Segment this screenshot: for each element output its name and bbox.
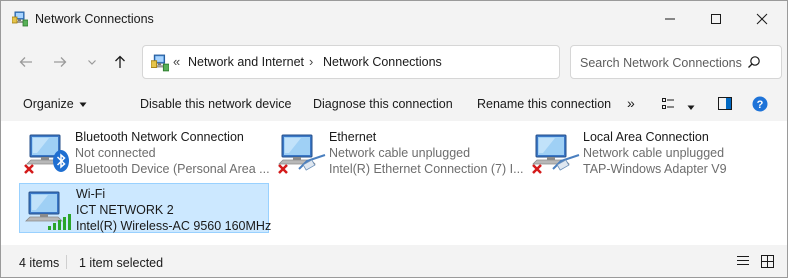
minimize-icon [665, 18, 675, 20]
network-connections-icon [151, 54, 169, 72]
connection-details: Bluetooth Network Connection Not connect… [75, 129, 270, 177]
network-connections-icon [12, 11, 28, 27]
view-options-icon [662, 98, 674, 109]
connection-device: TAP-Windows Adapter V9 [583, 162, 727, 176]
search-input[interactable]: Search Network Connections [580, 56, 742, 70]
connection-device: Bluetooth Device (Personal Area ... [75, 162, 270, 176]
ethernet-adapter-icon [278, 134, 326, 174]
connection-name: Ethernet [329, 130, 377, 144]
title-bar: Network Connections [1, 1, 787, 37]
ethernet-adapter-icon [532, 134, 580, 174]
connection-details: Ethernet Network cable unplugged Intel(R… [329, 129, 524, 177]
window-title: Network Connections [35, 12, 154, 26]
diagnose-connection-button[interactable]: Diagnose this connection [313, 97, 453, 111]
arrow-right-icon [54, 57, 67, 67]
status-divider [66, 255, 67, 269]
selection-count: 1 item selected [79, 256, 164, 270]
connection-device: Intel(R) Ethernet Connection (7) I... [329, 162, 524, 176]
arrow-up-icon [115, 55, 125, 68]
wifi-adapter-icon [25, 191, 71, 230]
close-button[interactable] [739, 1, 785, 37]
command-bar: Organize Disable this network device Dia… [1, 89, 787, 119]
minimize-button[interactable] [647, 1, 693, 37]
close-icon [756, 13, 768, 25]
change-view-button[interactable] [662, 98, 678, 113]
connection-device: Intel(R) Wireless-AC 9560 160MHz [76, 219, 272, 233]
connection-name: Local Area Connection [583, 130, 709, 144]
explorer-window: Network Connections « Network and Intern… [0, 0, 788, 278]
more-commands-button[interactable]: » [627, 95, 635, 111]
connection-name: Wi-Fi [76, 187, 106, 201]
maximize-icon [711, 14, 721, 24]
connection-status: Not connected [75, 146, 156, 160]
help-button[interactable]: ? [752, 96, 768, 115]
tiles-view-button[interactable] [761, 255, 774, 271]
connection-item-wifi[interactable]: Wi-Fi ICT NETWORK 2 Intel(R) Wireless-AC… [19, 183, 271, 234]
connection-item-local-area[interactable]: Local Area Connection Network cable unpl… [527, 127, 777, 177]
connection-status: Network cable unplugged [329, 146, 471, 160]
view-dropdown-button[interactable] [687, 100, 695, 114]
caret-down-icon [687, 105, 695, 110]
preview-pane-button[interactable] [718, 97, 732, 113]
disable-device-button[interactable]: Disable this network device [140, 97, 291, 111]
connection-name: Bluetooth Network Connection [75, 130, 244, 144]
breadcrumb-overflow[interactable]: « [173, 54, 180, 69]
search-icon[interactable] [747, 55, 761, 69]
bluetooth-adapter-icon [24, 134, 69, 174]
item-count: 4 items [19, 256, 60, 270]
navigation-row: « Network and Internet › Network Connect… [1, 41, 787, 83]
preview-pane-icon [718, 97, 732, 110]
connection-item-ethernet[interactable]: Ethernet Network cable unplugged Intel(R… [273, 127, 524, 177]
address-bar[interactable]: « Network and Internet › Network Connect… [142, 45, 686, 79]
details-view-button[interactable] [736, 255, 750, 270]
breadcrumb-network-and-internet[interactable]: Network and Internet [188, 55, 304, 69]
connection-details: Wi-Fi ICT NETWORK 2 Intel(R) Wireless-AC… [76, 186, 271, 234]
help-icon: ? [752, 96, 768, 112]
breadcrumb-network-connections[interactable]: Network Connections [323, 55, 442, 69]
search-box[interactable]: Search Network Connections [570, 45, 782, 79]
connection-details: Local Area Connection Network cable unpl… [583, 129, 727, 177]
connection-item-bluetooth[interactable]: Bluetooth Network Connection Not connect… [19, 127, 270, 177]
back-button[interactable] [15, 51, 37, 73]
connection-status: ICT NETWORK 2 [76, 203, 174, 217]
chevron-down-icon [88, 60, 96, 65]
up-button[interactable] [109, 51, 131, 73]
caret-down-icon [79, 102, 87, 107]
organize-label: Organize [23, 97, 74, 111]
arrow-left-icon [19, 57, 32, 67]
status-bar: 4 items 1 item selected [1, 247, 787, 277]
svg-text:?: ? [757, 99, 764, 111]
maximize-button[interactable] [693, 1, 739, 37]
forward-button[interactable] [49, 51, 71, 73]
connection-status: Network cable unplugged [583, 146, 725, 160]
details-view-icon [737, 256, 749, 265]
connections-view: Bluetooth Network Connection Not connect… [1, 121, 787, 245]
breadcrumb-separator[interactable]: › [309, 54, 313, 69]
recent-locations-button[interactable] [81, 51, 103, 73]
tiles-view-icon [761, 255, 774, 268]
organize-button[interactable]: Organize [23, 97, 87, 111]
rename-connection-button[interactable]: Rename this connection [477, 97, 611, 111]
